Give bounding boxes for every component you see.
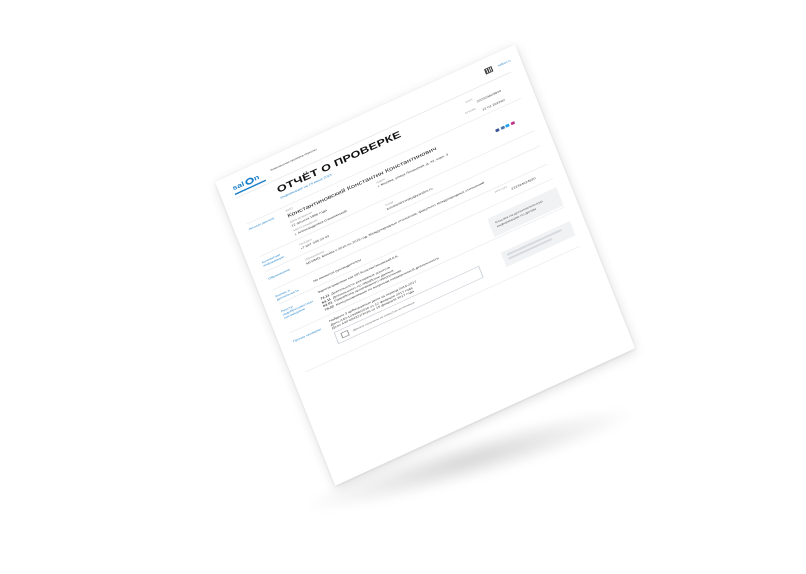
- facebook-icon[interactable]: [495, 128, 500, 133]
- instagram-icon[interactable]: [510, 121, 515, 126]
- qr-code-icon: [484, 66, 494, 75]
- logo-text-2: n: [252, 173, 261, 183]
- vk-icon[interactable]: [500, 125, 505, 131]
- snils-label: СНИЛС: [464, 107, 477, 115]
- inn-label: ИНН: [465, 98, 473, 104]
- placeholder-bar: [506, 228, 562, 256]
- twitter-icon[interactable]: [505, 123, 510, 128]
- social-icons: [495, 121, 515, 133]
- section-registry: Реестр недобросовестных поставщиков: [280, 299, 314, 320]
- site-link[interactable]: saltbot.ru: [497, 59, 511, 67]
- work-value: Не является руководителем: [312, 257, 362, 283]
- notice-icon: [340, 329, 350, 339]
